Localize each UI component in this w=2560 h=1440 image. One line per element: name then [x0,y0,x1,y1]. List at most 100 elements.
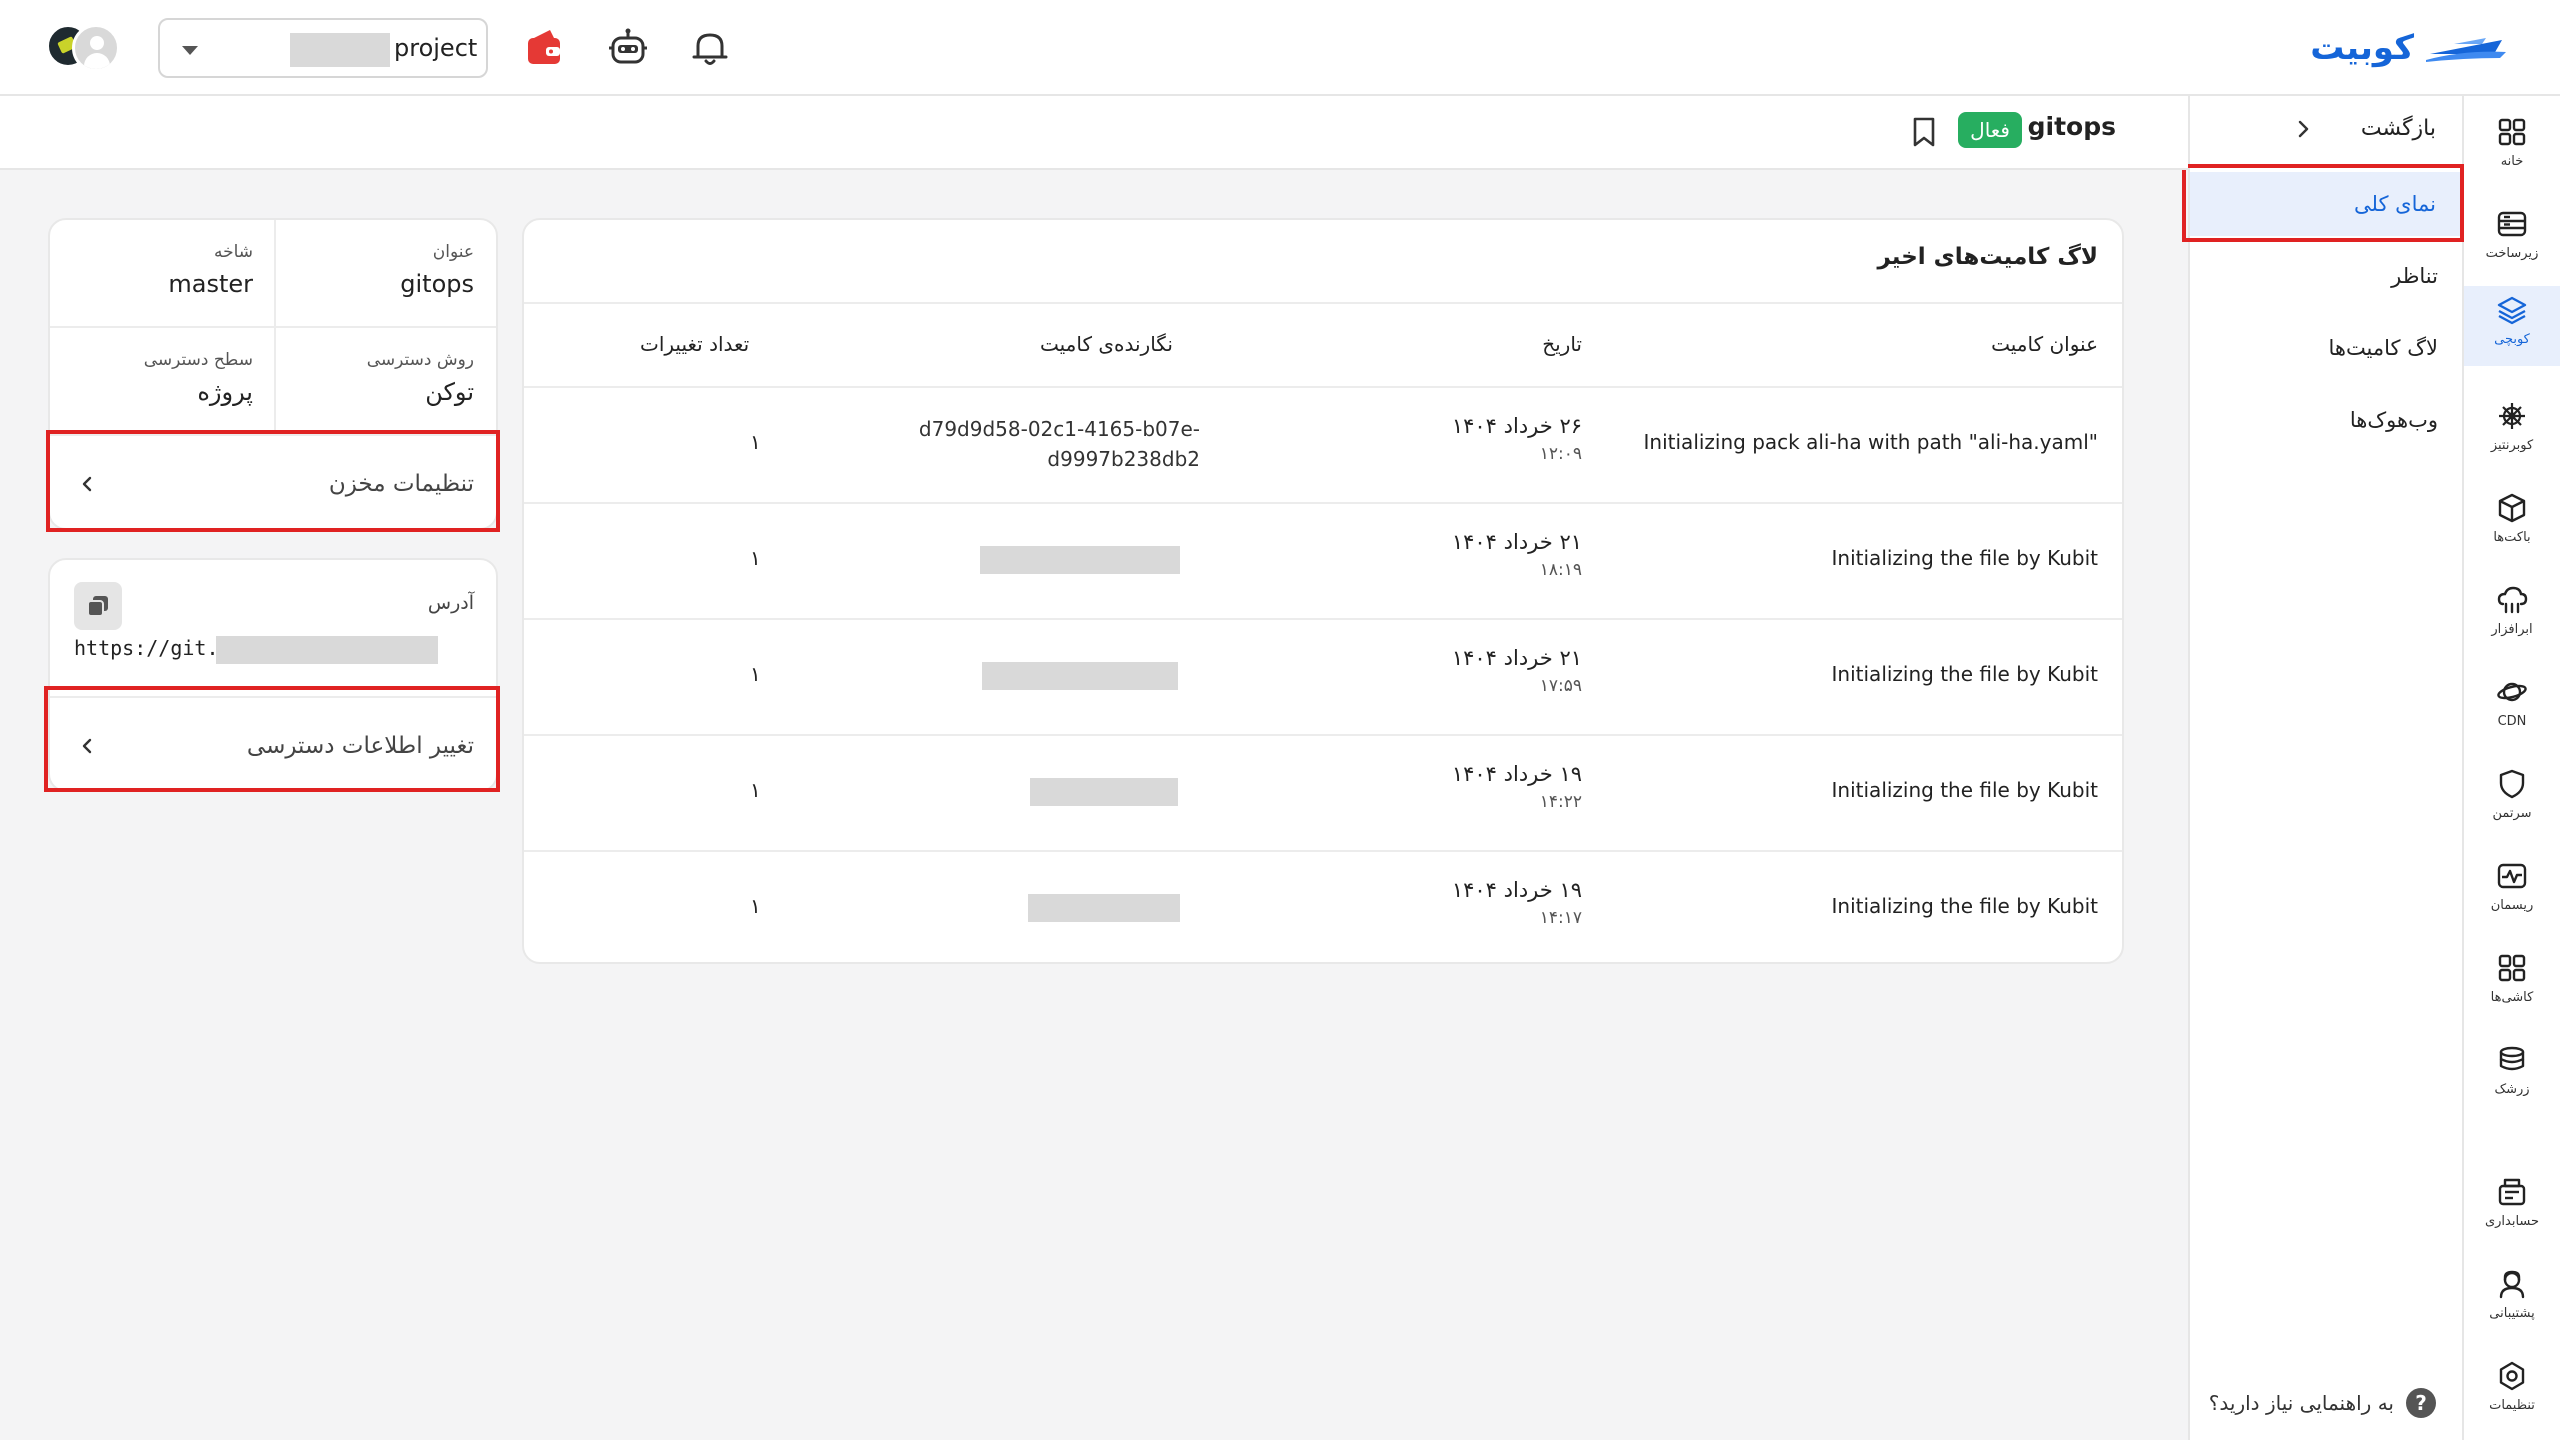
rail-item-label: کوبرنتیز [2490,438,2534,453]
rail-item-label: خانه [2500,154,2524,169]
info-name: عنوان gitops [271,220,496,328]
wallet-icon[interactable] [522,26,566,70]
table-row[interactable]: Initializing the file by Kubit ۱۹ خرداد … [524,850,2122,962]
info-value: master [168,270,253,298]
commit-changes: ۱ [750,894,761,918]
subnav-item-label: وب‌هوک‌ها [2349,408,2438,432]
rail-item-label: کاشی‌ها [2490,990,2534,1005]
col-header-title: عنوان کامیت [1991,332,2098,356]
layers-icon [2497,296,2527,325]
address-value: https://git. [74,636,219,660]
time-text: ۱۴:۱۷ [1539,908,1582,928]
rail-item-accounting[interactable]: حسابداری [2464,1168,2560,1248]
commit-date: ۲۱ خرداد ۱۴۰۴ ۱۷:۵۹ [1452,646,1582,696]
rail-item-support[interactable]: پشتیبانی [2464,1260,2560,1340]
commit-changes: ۱ [750,430,761,454]
info-access-method: روش دسترسی توکن [271,328,496,436]
rail-item-settings[interactable]: تنظیمات [2464,1352,2560,1432]
rail-item-label: تنظیمات [2489,1398,2535,1413]
rail-item-infrastructure[interactable]: زیرساخت [2464,200,2560,280]
table-row[interactable]: Initializing pack ali-ha with path "ali-… [524,386,2122,502]
bell-icon[interactable] [688,26,732,70]
col-header-date: تاریخ [1542,332,1582,356]
repo-settings-button[interactable]: تنظیمات مخزن [50,436,496,528]
author-line: d9997b238db2 [1047,447,1200,471]
rail-item-label: باکت‌ها [2493,530,2531,545]
rail-item-zereshk[interactable]: زرشک [2464,1036,2560,1116]
bookmark-icon[interactable] [1910,116,1938,148]
cloud-app-icon [2497,586,2528,614]
commit-title: Initializing the file by Kubit [1831,778,2098,802]
rail-item-kubchi[interactable]: کوبچی [2464,286,2560,366]
divider [274,220,276,436]
subnav-item-overview[interactable]: نمای کلی [2190,172,2460,236]
logo[interactable]: کوبیت [2310,24,2508,72]
rail-item-risman[interactable]: ریسمان [2464,852,2560,932]
settings-icon [2499,1361,2525,1391]
address-card: آدرس https://git. تغییر اطلاعات دسترسی [48,558,498,792]
rail-item-sertman[interactable]: سرتمن [2464,760,2560,840]
rail-item-label: ابرافزار [2491,622,2533,637]
address-label: آدرس [427,592,474,614]
rail-item-label: CDN [2497,714,2527,729]
accounting-icon [2498,1178,2526,1206]
subnav-item-label: تناظر [2391,264,2438,288]
info-access-level: سطح دسترسی پروژه [50,328,275,436]
copy-icon [87,596,108,617]
info-branch: شاخه master [50,220,275,328]
back-link[interactable]: بازگشت [2293,116,2436,141]
help-link[interactable]: ? به راهنمایی نیاز دارید؟ [2209,1388,2436,1418]
chevron-down-icon [182,46,198,55]
change-access-button[interactable]: تغییر اطلاعات دسترسی [50,698,496,790]
project-select[interactable]: project [158,18,488,78]
pulse-icon [2497,863,2527,889]
subnav-item-webhooks[interactable]: وب‌هوک‌ها [2188,388,2462,452]
change-access-label: تغییر اطلاعات دسترسی [246,733,474,759]
robot-icon[interactable] [606,26,650,70]
back-label: بازگشت [2360,116,2436,141]
table-row[interactable]: Initializing the file by Kubit ۱۹ خرداد … [524,734,2122,850]
info-value: پروژه [197,378,253,406]
rail-item-cdn[interactable]: CDN [2464,668,2560,748]
time-text: ۱۲:۰۹ [1539,444,1582,464]
commit-title: Initializing the file by Kubit [1831,546,2098,570]
commit-changes: ۱ [750,546,761,570]
info-key: روش دسترسی [366,350,474,370]
rail-item-label: کوبچی [2494,332,2530,347]
time-text: ۱۸:۱۹ [1539,560,1582,580]
user-avatar[interactable] [72,24,120,72]
redacted-author [1030,778,1178,806]
col-header-author: نگارنده‌ی کامیت [1040,332,1173,356]
rail-item-tiles[interactable]: کاشی‌ها [2464,944,2560,1024]
rail-item-buckets[interactable]: باکت‌ها [2464,484,2560,564]
commit-date: ۲۱ خرداد ۱۴۰۴ ۱۸:۱۹ [1452,530,1582,580]
subnav-item-mapping[interactable]: تناظر [2188,244,2462,308]
commit-title: Initializing the file by Kubit [1831,894,2098,918]
card-title: لاگ کامیت‌های اخیر [1877,244,2099,270]
commit-title: Initializing the file by Kubit [1831,662,2098,686]
rail-item-cloud-apps[interactable]: ابرافزار [2464,576,2560,656]
server-icon [2497,211,2527,237]
table-row[interactable]: Initializing the file by Kubit ۲۱ خرداد … [524,502,2122,618]
repo-settings-label: تنظیمات مخزن [328,471,474,497]
date-text: ۲۱ خرداد ۱۴۰۴ [1451,530,1582,554]
user-avatars[interactable] [46,24,124,72]
commit-date: ۱۹ خرداد ۱۴۰۴ ۱۴:۲۲ [1452,762,1582,812]
planet-icon [2497,682,2527,702]
copy-button[interactable] [74,582,122,630]
redacted-author [982,662,1178,690]
redacted-author [1028,894,1180,922]
table-row[interactable]: Initializing the file by Kubit ۲۱ خرداد … [524,618,2122,734]
project-select-value: project [394,34,478,62]
rail-item-home[interactable]: خانه [2464,108,2560,188]
commit-changes: ۱ [750,662,761,686]
subnav-item-commit-logs[interactable]: لاگ کامیت‌ها [2188,316,2462,380]
commit-date: ۲۶ خرداد ۱۴۰۴ ۱۲:۰۹ [1452,414,1582,464]
info-key: عنوان [432,242,474,262]
rail-item-kubernetes[interactable]: کوبرنتیز [2464,392,2560,472]
date-text: ۱۹ خرداد ۱۴۰۴ [1451,878,1582,902]
author-line: d79d9d58-02c1-4165-b07e- [918,417,1200,441]
main-nav-rail: خانه زیرساخت کوبچی کوبرنتیز باکت‌ها ابرا… [2462,96,2560,1440]
logo-text: کوبیت [2310,28,2414,68]
info-value: gitops [400,270,474,298]
